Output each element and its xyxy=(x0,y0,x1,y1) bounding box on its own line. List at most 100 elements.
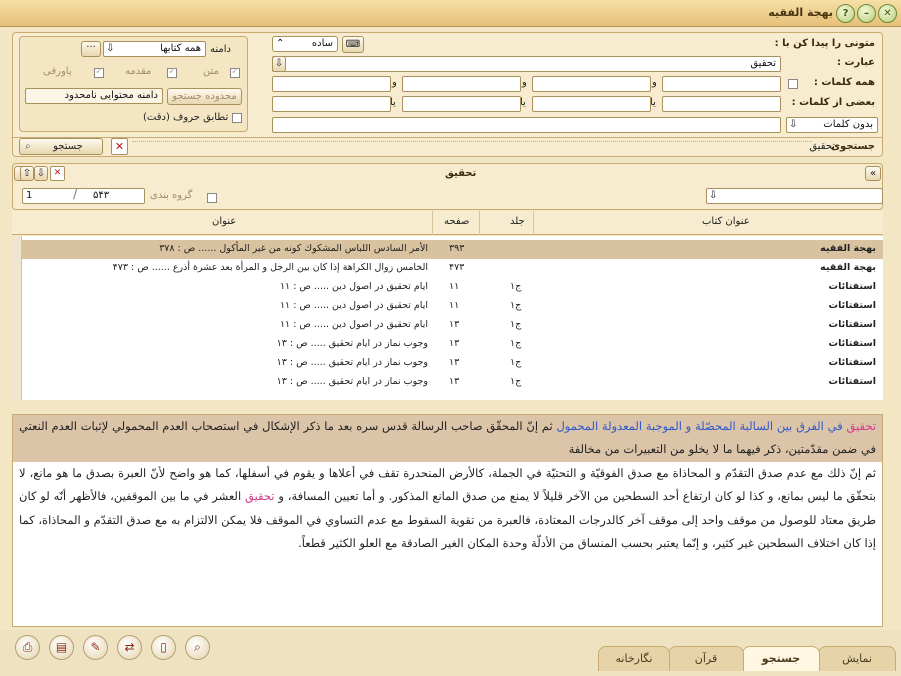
document-icon[interactable]: ▯ xyxy=(151,635,176,660)
col-page[interactable]: صفحه xyxy=(444,216,469,227)
table-row[interactable]: استفتائات ج‌۱ ۱۳ ایام تحقیق در اصول دین ...… xyxy=(12,316,883,335)
cell-title: وجوب نماز در ایام تحقیق ..... ص : ۱۳ xyxy=(276,338,428,349)
tab-search[interactable]: جستجو xyxy=(742,646,820,671)
chevron-down-icon: ⇩ xyxy=(709,190,718,201)
all-words-input-2[interactable] xyxy=(532,76,651,92)
heading-link[interactable]: في الفرق بين السالبة المحصّلة و الموجبة … xyxy=(556,419,846,433)
summary-divider xyxy=(132,141,812,142)
down-arrow-icon[interactable]: ⇩ xyxy=(34,166,48,181)
print-icon[interactable]: ⎙ xyxy=(15,635,40,660)
help-icon[interactable]: ? xyxy=(836,4,855,23)
close-results-icon[interactable]: ✕ xyxy=(50,166,65,181)
search-button-label: جستجو xyxy=(53,141,83,152)
chevron-down-icon: ⇩ xyxy=(106,43,115,54)
cell-page: ۱۱ xyxy=(449,300,460,311)
chevron-down-icon: ⇩ xyxy=(789,119,798,130)
tab-gallery[interactable]: نگارخانه xyxy=(598,646,670,671)
grouping-checkbox[interactable] xyxy=(207,193,217,203)
domain-label: دامنه xyxy=(210,44,231,55)
mode-value: ساده xyxy=(311,38,333,49)
filter-select[interactable]: ⇩ xyxy=(706,188,883,204)
zoom-icon[interactable]: ⌕ xyxy=(185,635,210,660)
mode-select[interactable]: ساده ⌃ xyxy=(272,36,338,52)
intro-checkbox[interactable] xyxy=(167,66,177,78)
table-row[interactable]: استفتائات ج‌۱ ۱۱ ایام تحقیق در اصول دین ...… xyxy=(12,297,883,316)
find-label: متونی را پیدا کن با : xyxy=(774,38,875,49)
cell-volume: ج‌۱ xyxy=(510,376,522,387)
cell-page: ۳۹۳ xyxy=(449,243,465,254)
table-row[interactable]: استفتائات ج‌۱ ۱۳ وجوب نماز در ایام تحقیق ..… xyxy=(12,354,883,373)
table-scrollbar[interactable] xyxy=(12,236,22,400)
domain-more-button[interactable]: ··· xyxy=(81,41,101,57)
cell-volume: ج‌۱ xyxy=(510,281,522,292)
keyboard-icon[interactable]: ⌨ xyxy=(342,36,364,53)
some-words-input-4[interactable] xyxy=(272,96,391,112)
title-bar: ✕ – ? بهجة الفقيه xyxy=(0,0,901,27)
text-checkbox[interactable] xyxy=(230,66,240,78)
without-words-input[interactable] xyxy=(272,117,781,133)
domain-select[interactable]: همه کتابها ⇩ xyxy=(103,41,206,57)
up-arrow-icon[interactable]: ⇧ xyxy=(20,166,34,181)
close-icon[interactable]: ✕ xyxy=(878,4,897,23)
some-words-input-3[interactable] xyxy=(402,96,521,112)
export-icon[interactable]: ⇄ xyxy=(117,635,142,660)
cell-title: ایام تحقیق در اصول دین ..... ص : ۱۱ xyxy=(279,319,428,330)
exact-checkbox[interactable] xyxy=(232,113,242,123)
cell-title: ایام تحقیق در اصول دین ..... ص : ۱۱ xyxy=(279,281,428,292)
text-viewer[interactable]: تحقیق في الفرق بين السالبة المحصّلة و ال… xyxy=(12,414,883,627)
cell-volume: ج‌۱ xyxy=(510,300,522,311)
table-row[interactable]: استفتائات ج‌۱ ۱۳ وجوب نماز در ایام تحقیق ..… xyxy=(12,373,883,392)
search-button[interactable]: ⌕ جستجو xyxy=(19,138,103,155)
table-row[interactable]: استفتائات ج‌۱ ۱۱ ایام تحقیق در اصول دین ...… xyxy=(12,278,883,297)
all-words-input-4[interactable] xyxy=(272,76,391,92)
tab-quran[interactable]: قرآن xyxy=(668,646,744,671)
table-header: عنوان کتاب جلد صفحه عنوان xyxy=(12,211,883,235)
some-words-label: بعضی از کلمات : xyxy=(791,97,875,108)
search-icon: ⌕ xyxy=(25,141,31,152)
cell-page: ۱۳ xyxy=(449,338,460,349)
chevron-down-icon[interactable]: ⇩ xyxy=(272,56,286,72)
without-value: بدون کلمات xyxy=(823,119,873,130)
col-title[interactable]: عنوان xyxy=(212,216,236,227)
cell-page: ۱۳ xyxy=(449,357,460,368)
and-label-2: و xyxy=(522,77,527,88)
and-label-3: و xyxy=(392,77,397,88)
some-words-input-2[interactable] xyxy=(532,96,651,112)
minimize-icon[interactable]: – xyxy=(857,4,876,23)
footnote-label: پاورقی xyxy=(43,66,72,77)
intro-label: مقدمه xyxy=(125,66,152,77)
col-volume[interactable]: جلد xyxy=(510,216,525,227)
table-row[interactable]: بهجة الفقیه ۴۷۳ الخامس زوال الكراهة إذا كا… xyxy=(12,259,883,278)
highlight-term: تحقیق xyxy=(846,419,877,433)
phrase-value: تحقیق xyxy=(750,58,776,69)
all-words-label: همه کلمات : xyxy=(813,77,875,88)
books-icon[interactable]: ▤ xyxy=(49,635,74,660)
all-words-input-1[interactable] xyxy=(662,76,781,92)
limit-search-button[interactable]: محدوده جستجو xyxy=(167,88,242,105)
table-row[interactable]: استفتائات ج‌۱ ۱۳ وجوب نماز در ایام تحقیق ..… xyxy=(12,335,883,354)
grouping-label: گروه بندی xyxy=(150,190,193,201)
cell-page: ۱۳ xyxy=(449,376,460,387)
pager[interactable]: 1 / ۵۴۳ xyxy=(22,188,145,204)
clear-icon[interactable]: ✕ xyxy=(111,138,128,155)
all-words-input-3[interactable] xyxy=(402,76,521,92)
table-row[interactable]: بهجة الفقیه ۳۹۳ الأمر السادس اللباس المشكو… xyxy=(12,240,883,259)
domain-value: همه کتابها xyxy=(160,43,201,54)
all-words-checkbox[interactable] xyxy=(788,79,798,89)
cell-book: استفتائات xyxy=(828,376,876,387)
without-select[interactable]: بدون کلمات ⇩ xyxy=(786,117,878,133)
cell-book: بهجة الفقیه xyxy=(820,243,876,254)
cell-title: وجوب نماز در ایام تحقیق ..... ص : ۱۳ xyxy=(276,357,428,368)
cell-page: ۱۱ xyxy=(449,281,460,292)
edit-icon[interactable]: ✎ xyxy=(83,635,108,660)
col-book[interactable]: عنوان کتاب xyxy=(702,216,750,227)
cell-book: استفتائات xyxy=(828,300,876,311)
footnote-checkbox[interactable] xyxy=(94,66,104,78)
cell-title: الأمر السادس اللباس المشكوك كونه من غير … xyxy=(159,243,428,254)
collapse-icon[interactable]: « xyxy=(865,166,881,181)
chevron-up-icon: ⌃ xyxy=(276,38,285,49)
tab-display[interactable]: نمایش xyxy=(818,646,896,671)
phrase-input[interactable]: تحقیق xyxy=(272,56,781,72)
some-words-input-1[interactable] xyxy=(662,96,781,112)
window-title: بهجة الفقيه xyxy=(768,6,833,19)
